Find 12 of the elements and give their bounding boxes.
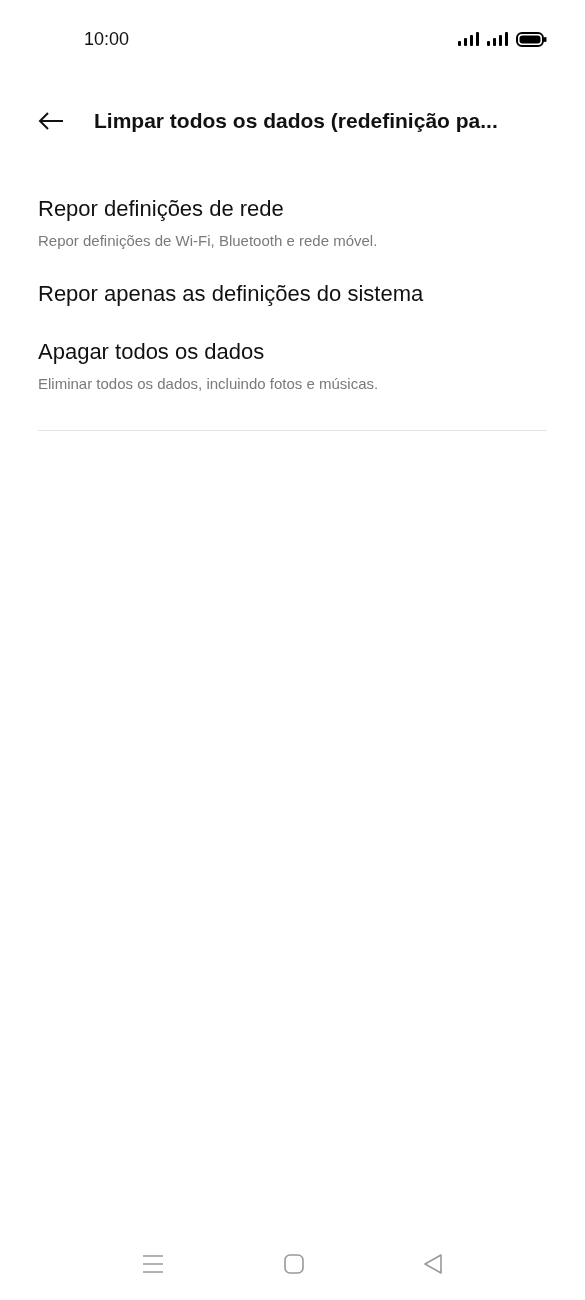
menu-icon[interactable] bbox=[142, 1254, 164, 1274]
battery-icon bbox=[516, 31, 547, 47]
page-title: Limpar todos os dados (redefinição pa... bbox=[94, 109, 498, 133]
back-arrow-icon[interactable] bbox=[38, 112, 64, 130]
signal-icon bbox=[487, 32, 509, 46]
settings-item[interactable]: Apagar todos os dados Eliminar todos os dados, incluindo fotos e músicas. bbox=[38, 323, 547, 408]
settings-item[interactable]: Repor definições de rede Repor definições de Wi-Fi, Bluetooth e rede móvel. bbox=[38, 180, 547, 265]
back-icon[interactable] bbox=[423, 1253, 443, 1275]
signal-icon bbox=[458, 32, 480, 46]
settings-item[interactable]: Repor apenas as definições do sistema bbox=[38, 265, 547, 323]
home-icon[interactable] bbox=[282, 1253, 305, 1275]
status-time: 10:00 bbox=[84, 28, 130, 50]
